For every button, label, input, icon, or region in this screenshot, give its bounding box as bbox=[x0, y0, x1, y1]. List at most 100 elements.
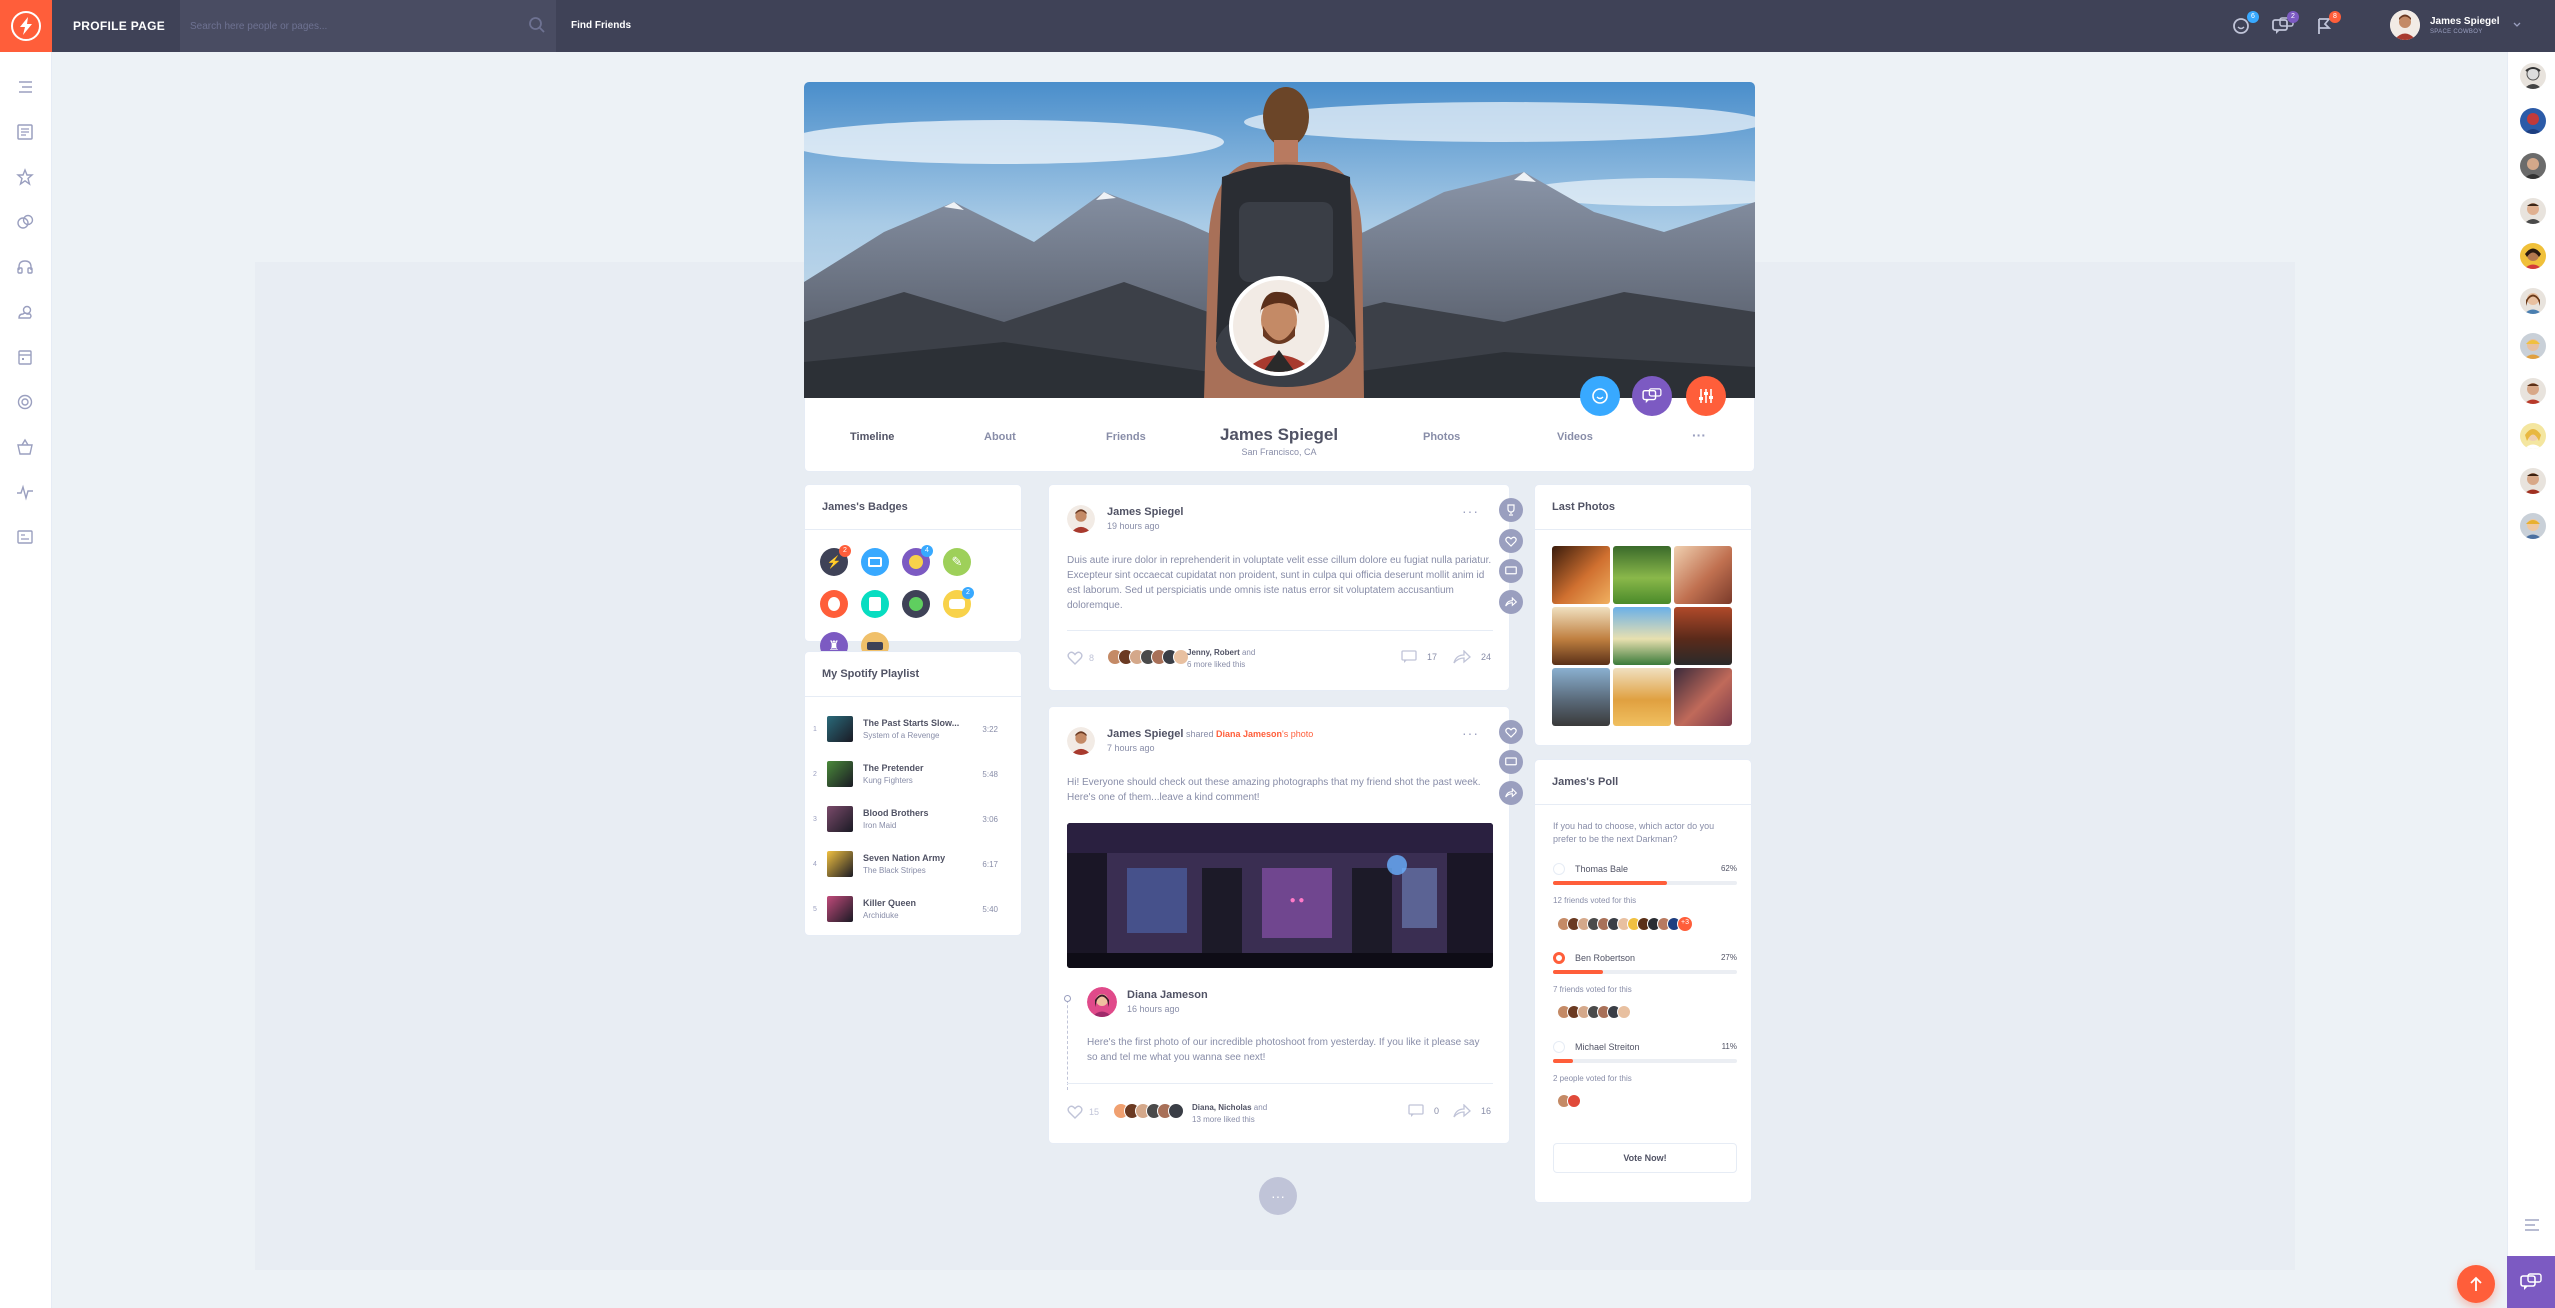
badge-item[interactable]: 4 bbox=[902, 545, 933, 576]
playlist-track[interactable]: 1 The Past Starts Slow... System of a Reve… bbox=[813, 714, 1013, 744]
photo-thumb[interactable] bbox=[1613, 668, 1671, 726]
tab-more[interactable]: ··· bbox=[1692, 427, 1706, 443]
load-more-button[interactable]: ··· bbox=[1259, 1177, 1297, 1215]
track-title[interactable]: The Pretender bbox=[863, 763, 924, 773]
friend-avatar[interactable] bbox=[2520, 468, 2546, 494]
friend-avatar[interactable] bbox=[2520, 333, 2546, 359]
menu-icon[interactable] bbox=[16, 78, 34, 96]
weather-icon[interactable] bbox=[16, 303, 34, 321]
headphones-icon[interactable] bbox=[16, 258, 34, 276]
poll-option[interactable]: Thomas Bale 62% bbox=[1553, 863, 1737, 885]
send-message-button[interactable] bbox=[1632, 376, 1672, 416]
post-menu-button[interactable]: ··· bbox=[1462, 725, 1479, 741]
notifications-button[interactable]: 8 bbox=[2314, 11, 2341, 35]
tab-photos[interactable]: Photos bbox=[1423, 431, 1460, 443]
playlist-track[interactable]: 3 Blood Brothers Iron Maid 3:06 bbox=[813, 804, 1013, 834]
post-author-name[interactable]: James Spiegel bbox=[1107, 506, 1183, 518]
tab-friends[interactable]: Friends bbox=[1106, 431, 1146, 443]
photo-thumb[interactable] bbox=[1613, 546, 1671, 604]
friend-avatar[interactable] bbox=[2520, 423, 2546, 449]
find-friends-link[interactable]: Find Friends bbox=[571, 20, 631, 31]
track-cover[interactable] bbox=[827, 761, 853, 787]
badge-item[interactable]: ✎ bbox=[943, 548, 971, 576]
badge-item[interactable] bbox=[861, 590, 889, 618]
search-input[interactable] bbox=[190, 16, 510, 36]
shared-owner-link[interactable]: Diana Jameson bbox=[1216, 729, 1282, 739]
tab-about[interactable]: About bbox=[984, 431, 1016, 443]
poll-radio[interactable] bbox=[1553, 1041, 1565, 1053]
happy-faces-icon[interactable] bbox=[16, 213, 34, 231]
photo-thumb[interactable] bbox=[1674, 668, 1732, 726]
photo-thumb[interactable] bbox=[1552, 546, 1610, 604]
friend-avatar[interactable] bbox=[2520, 513, 2546, 539]
shopping-basket-icon[interactable] bbox=[16, 438, 34, 456]
side-share-button[interactable] bbox=[1499, 781, 1523, 805]
chat-button[interactable] bbox=[2507, 1256, 2555, 1308]
poll-radio[interactable] bbox=[1553, 863, 1565, 875]
side-comment-button[interactable] bbox=[1499, 750, 1523, 774]
add-friend-button[interactable] bbox=[1580, 376, 1620, 416]
track-cover[interactable] bbox=[827, 806, 853, 832]
track-cover[interactable] bbox=[827, 716, 853, 742]
friend-avatar[interactable] bbox=[2520, 243, 2546, 269]
side-share-button[interactable] bbox=[1499, 590, 1523, 614]
side-like-button[interactable] bbox=[1499, 720, 1523, 744]
vote-now-button[interactable]: Vote Now! bbox=[1553, 1143, 1737, 1173]
photo-thumb[interactable] bbox=[1552, 607, 1610, 665]
track-title[interactable]: Blood Brothers bbox=[863, 808, 929, 818]
post-like-button[interactable]: 8 bbox=[1067, 651, 1094, 665]
badge-item[interactable]: ⚡ 2 bbox=[820, 545, 851, 576]
settings-lines-icon[interactable] bbox=[2524, 1218, 2540, 1232]
tab-timeline[interactable]: Timeline bbox=[850, 431, 894, 443]
side-comment-button[interactable] bbox=[1499, 559, 1523, 583]
profile-settings-button[interactable] bbox=[1686, 376, 1726, 416]
post-comments-button[interactable]: 0 bbox=[1408, 1104, 1439, 1118]
photo-thumb[interactable] bbox=[1674, 546, 1732, 604]
side-trophy-button[interactable] bbox=[1499, 498, 1523, 522]
friend-avatar[interactable] bbox=[2520, 153, 2546, 179]
newsfeed-icon[interactable] bbox=[16, 123, 34, 141]
playlist-track[interactable]: 4 Seven Nation Army The Black Stripes 6:17 bbox=[813, 849, 1013, 879]
shared-author-avatar[interactable] bbox=[1087, 987, 1117, 1017]
star-icon[interactable] bbox=[16, 168, 34, 186]
post-author-avatar[interactable] bbox=[1067, 505, 1095, 533]
back-to-top-button[interactable] bbox=[2457, 1265, 2495, 1303]
post-comments-button[interactable]: 17 bbox=[1401, 650, 1437, 664]
friend-avatar[interactable] bbox=[2520, 378, 2546, 404]
friend-avatar[interactable] bbox=[2520, 288, 2546, 314]
track-title[interactable]: The Past Starts Slow... bbox=[863, 718, 959, 728]
search-icon[interactable] bbox=[528, 16, 546, 34]
shared-author-name[interactable]: Diana Jameson bbox=[1127, 989, 1208, 1001]
tab-videos[interactable]: Videos bbox=[1557, 431, 1593, 443]
badge-item[interactable] bbox=[902, 590, 930, 618]
friend-avatar[interactable] bbox=[2520, 63, 2546, 89]
photo-thumb[interactable] bbox=[1613, 607, 1671, 665]
post-share-button[interactable]: 24 bbox=[1453, 650, 1491, 664]
friend-avatar[interactable] bbox=[2520, 198, 2546, 224]
post-share-button[interactable]: 16 bbox=[1453, 1104, 1491, 1118]
badge-item[interactable]: 2 bbox=[943, 587, 974, 618]
side-like-button[interactable] bbox=[1499, 529, 1523, 553]
friend-requests-button[interactable]: 6 bbox=[2232, 11, 2259, 35]
post-author-avatar[interactable] bbox=[1067, 727, 1095, 755]
track-title[interactable]: Killer Queen bbox=[863, 898, 916, 908]
messages-button[interactable]: 2 bbox=[2272, 11, 2299, 35]
post-like-button[interactable]: 15 bbox=[1067, 1105, 1099, 1119]
poll-radio-selected[interactable] bbox=[1553, 952, 1565, 964]
poll-option[interactable]: Michael Streiton 11% bbox=[1553, 1041, 1737, 1063]
post-menu-button[interactable]: ··· bbox=[1462, 503, 1479, 519]
logo[interactable] bbox=[0, 0, 52, 52]
friend-avatar[interactable] bbox=[2520, 108, 2546, 134]
badge-item[interactable] bbox=[861, 548, 889, 576]
track-cover[interactable] bbox=[827, 851, 853, 877]
manage-widgets-icon[interactable] bbox=[16, 528, 34, 546]
track-cover[interactable] bbox=[827, 896, 853, 922]
photo-thumb[interactable] bbox=[1552, 668, 1610, 726]
more-voters-badge[interactable]: +3 bbox=[1677, 916, 1693, 932]
calendar-icon[interactable] bbox=[16, 348, 34, 366]
user-menu[interactable]: James Spiegel SPACE COWBOY bbox=[2390, 10, 2521, 40]
badge-item[interactable] bbox=[820, 590, 848, 618]
playlist-track[interactable]: 5 Killer Queen Archiduke 5:40 bbox=[813, 894, 1013, 924]
post-author-name[interactable]: James Spiegel bbox=[1107, 728, 1183, 740]
profile-avatar[interactable] bbox=[1229, 276, 1329, 376]
